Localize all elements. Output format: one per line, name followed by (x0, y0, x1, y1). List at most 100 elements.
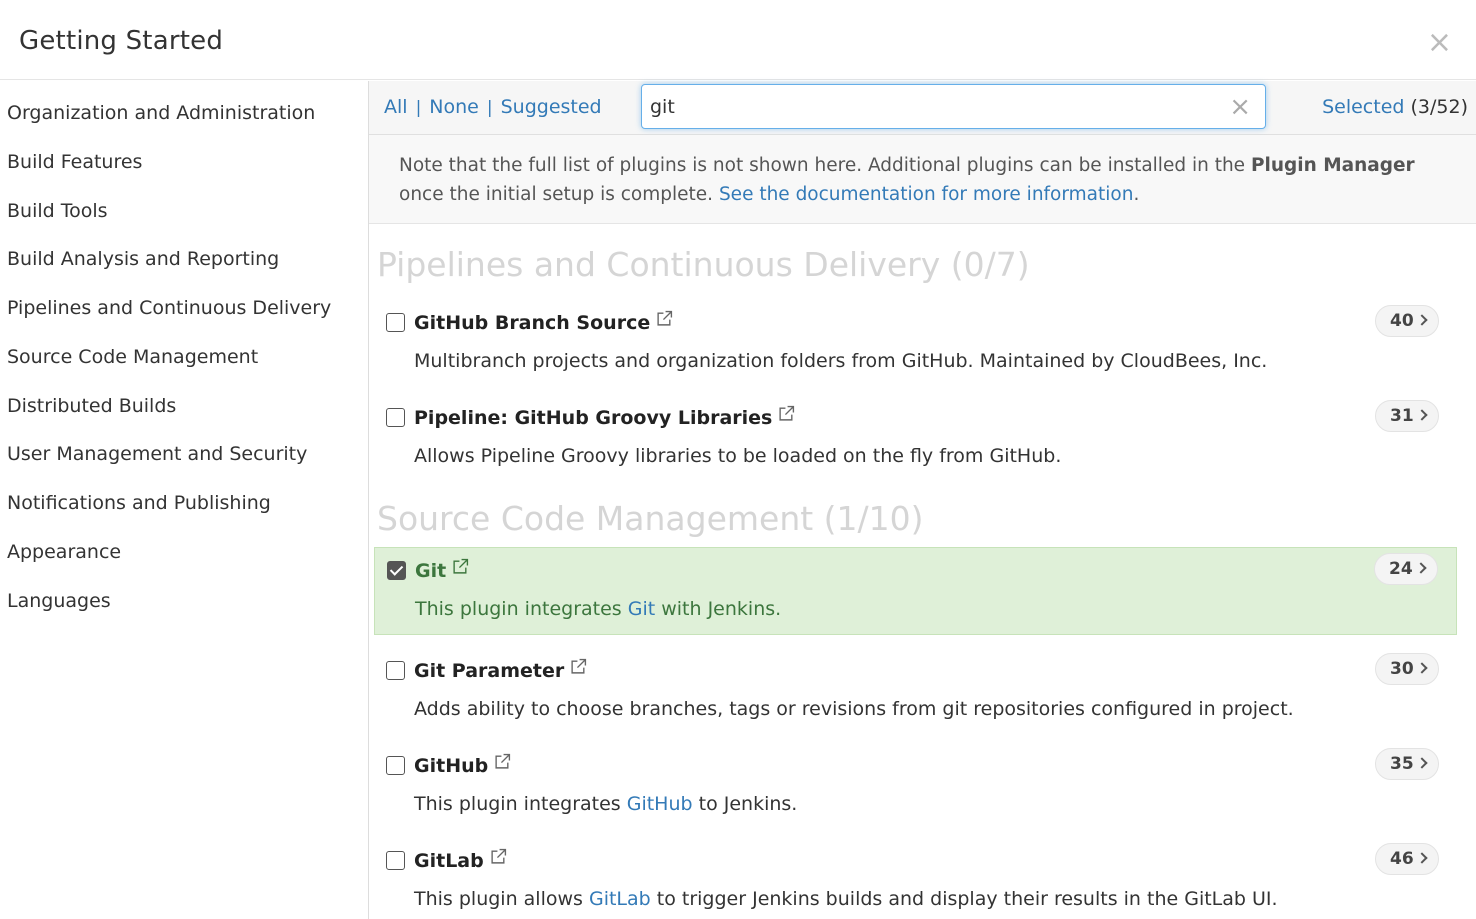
dependency-count-badge[interactable]: 31 (1375, 400, 1439, 432)
selected-counter: Selected (3/52) (1322, 96, 1468, 118)
external-link-icon[interactable] (452, 558, 469, 575)
chevron-right-icon (1415, 562, 1427, 574)
dialog-header: Getting Started × (0, 0, 1476, 80)
clear-search-icon[interactable]: × (1229, 94, 1251, 120)
chevron-right-icon (1416, 757, 1428, 769)
plugin-name-text: Git Parameter (414, 660, 565, 682)
dependency-count: 40 (1390, 311, 1414, 331)
sidebar-item-notifications-and-publishing[interactable]: Notifications and Publishing (7, 492, 271, 514)
selected-count: (3/52) (1410, 96, 1469, 118)
dependency-count-badge[interactable]: 46 (1375, 843, 1439, 875)
plugin-description-link[interactable]: Git (628, 598, 655, 620)
sidebar-item-pipelines-and-continuous-delivery[interactable]: Pipelines and Continuous Delivery (7, 297, 331, 319)
dependency-count: 31 (1390, 406, 1414, 426)
documentation-link[interactable]: See the documentation for more informati… (719, 184, 1134, 205)
select-all-link[interactable]: All (384, 96, 408, 118)
sidebar-item-organization-and-administration[interactable]: Organization and Administration (7, 102, 315, 124)
selected-link[interactable]: Selected (1322, 96, 1404, 118)
plugin-description-text-after: with Jenkins. (655, 598, 782, 620)
plugin-list-panel: All | None | Suggested × Selected (3/52) Not… (369, 81, 1476, 919)
note-text-after: once the initial setup is complete. (399, 184, 719, 205)
plugin-checkbox-checked[interactable] (387, 561, 406, 580)
plugin-description-text: This plugin allows (414, 888, 589, 910)
plugin-checkbox[interactable] (386, 408, 405, 427)
plugin-manager-label: Plugin Manager (1250, 155, 1415, 176)
chevron-right-icon (1416, 314, 1428, 326)
plugin-name-text: Pipeline: GitHub Groovy Libraries (414, 407, 773, 429)
plugin-row[interactable]: GitHub 35 This plugin integrates GitHub … (374, 743, 1457, 831)
sidebar-item-build-analysis-and-reporting[interactable]: Build Analysis and Reporting (7, 248, 279, 270)
section-title-pipelines: Pipelines and Continuous Delivery (0/7) (377, 245, 1030, 284)
plugin-name: GitHub (414, 753, 511, 777)
plugin-name-text: GitHub Branch Source (414, 312, 651, 334)
dependency-count-badge[interactable]: 24 (1374, 553, 1438, 585)
info-note: Note that the full list of plugins is no… (369, 135, 1476, 224)
selection-filters: All | None | Suggested (384, 96, 602, 118)
plugin-name-text: GitLab (414, 850, 484, 872)
plugin-description-text: Multibranch projects and organization fo… (414, 350, 1268, 372)
plugin-checkbox[interactable] (386, 851, 405, 870)
plugin-row[interactable]: GitLab 46 This plugin allows GitLab to t… (374, 838, 1457, 919)
plugin-description: This plugin integrates GitHub to Jenkins… (414, 793, 797, 815)
plugin-checkbox[interactable] (386, 661, 405, 680)
plugin-checkbox[interactable] (386, 313, 405, 332)
sidebar-item-user-management-and-security[interactable]: User Management and Security (7, 443, 307, 465)
chevron-right-icon (1416, 409, 1428, 421)
close-icon[interactable]: × (1427, 28, 1452, 58)
plugin-name: Pipeline: GitHub Groovy Libraries (414, 405, 795, 429)
dependency-count-badge[interactable]: 40 (1375, 305, 1439, 337)
external-link-icon[interactable] (494, 753, 511, 770)
plugin-description-text: Adds ability to choose branches, tags or… (414, 698, 1294, 720)
external-link-icon[interactable] (490, 848, 507, 865)
dependency-count-badge[interactable]: 30 (1375, 653, 1439, 685)
filter-separator: | (486, 98, 493, 118)
dependency-count: 30 (1390, 659, 1414, 679)
note-period: . (1133, 184, 1140, 205)
plugin-toolbar: All | None | Suggested × Selected (3/52) (369, 81, 1476, 135)
category-sidebar: Organization and Administration Build Fe… (0, 81, 369, 919)
plugin-description: This plugin allows GitLab to trigger Jen… (414, 888, 1278, 910)
select-suggested-link[interactable]: Suggested (501, 96, 602, 118)
sidebar-item-build-tools[interactable]: Build Tools (7, 200, 108, 222)
page-title: Getting Started (19, 26, 224, 56)
plugin-row-selected[interactable]: Git 24 This plugin integrates Git with J… (374, 547, 1457, 635)
plugin-description-text: Allows Pipeline Groovy libraries to be l… (414, 445, 1062, 467)
plugin-description-text: This plugin integrates (415, 598, 628, 620)
plugin-description-text-after: to Jenkins. (692, 793, 798, 815)
plugin-name-text: GitHub (414, 755, 489, 777)
plugin-row[interactable]: Pipeline: GitHub Groovy Libraries 31 All… (374, 395, 1457, 483)
external-link-icon[interactable] (570, 658, 587, 675)
plugin-description: Adds ability to choose branches, tags or… (414, 698, 1294, 720)
dependency-count-badge[interactable]: 35 (1375, 748, 1439, 780)
plugin-description-text: This plugin integrates (414, 793, 627, 815)
sidebar-item-build-features[interactable]: Build Features (7, 151, 142, 173)
plugin-checkbox[interactable] (386, 756, 405, 775)
plugin-description-link[interactable]: GitHub (627, 793, 693, 815)
select-none-link[interactable]: None (429, 96, 479, 118)
plugin-name: GitHub Branch Source (414, 310, 673, 334)
external-link-icon[interactable] (778, 405, 795, 422)
plugin-name-text: Git (415, 560, 447, 582)
dependency-count: 24 (1389, 559, 1413, 579)
plugin-name: Git (415, 558, 469, 582)
note-text: Note that the full list of plugins is no… (399, 155, 1251, 176)
plugin-name: GitLab (414, 848, 507, 872)
plugin-name: Git Parameter (414, 658, 587, 682)
plugin-row[interactable]: GitHub Branch Source 40 Multibranch proj… (374, 300, 1457, 388)
plugin-description: This plugin integrates Git with Jenkins. (415, 598, 781, 620)
sidebar-item-appearance[interactable]: Appearance (7, 541, 121, 563)
external-link-icon[interactable] (656, 310, 673, 327)
sidebar-item-distributed-builds[interactable]: Distributed Builds (7, 395, 176, 417)
chevron-right-icon (1416, 662, 1428, 674)
plugin-description: Allows Pipeline Groovy libraries to be l… (414, 445, 1061, 467)
plugin-description-link[interactable]: GitLab (589, 888, 651, 910)
section-title-source-code-management: Source Code Management (1/10) (377, 499, 924, 538)
plugin-description: Multibranch projects and organization fo… (414, 350, 1267, 372)
plugin-description-text-after: to trigger Jenkins builds and display th… (650, 888, 1278, 910)
sidebar-item-languages[interactable]: Languages (7, 590, 111, 612)
dependency-count: 46 (1390, 849, 1414, 869)
sidebar-item-source-code-management[interactable]: Source Code Management (7, 346, 258, 368)
plugin-row[interactable]: Git Parameter 30 Adds ability to choose … (374, 648, 1457, 736)
search-input[interactable] (650, 93, 1210, 121)
search-box: × (641, 84, 1266, 129)
